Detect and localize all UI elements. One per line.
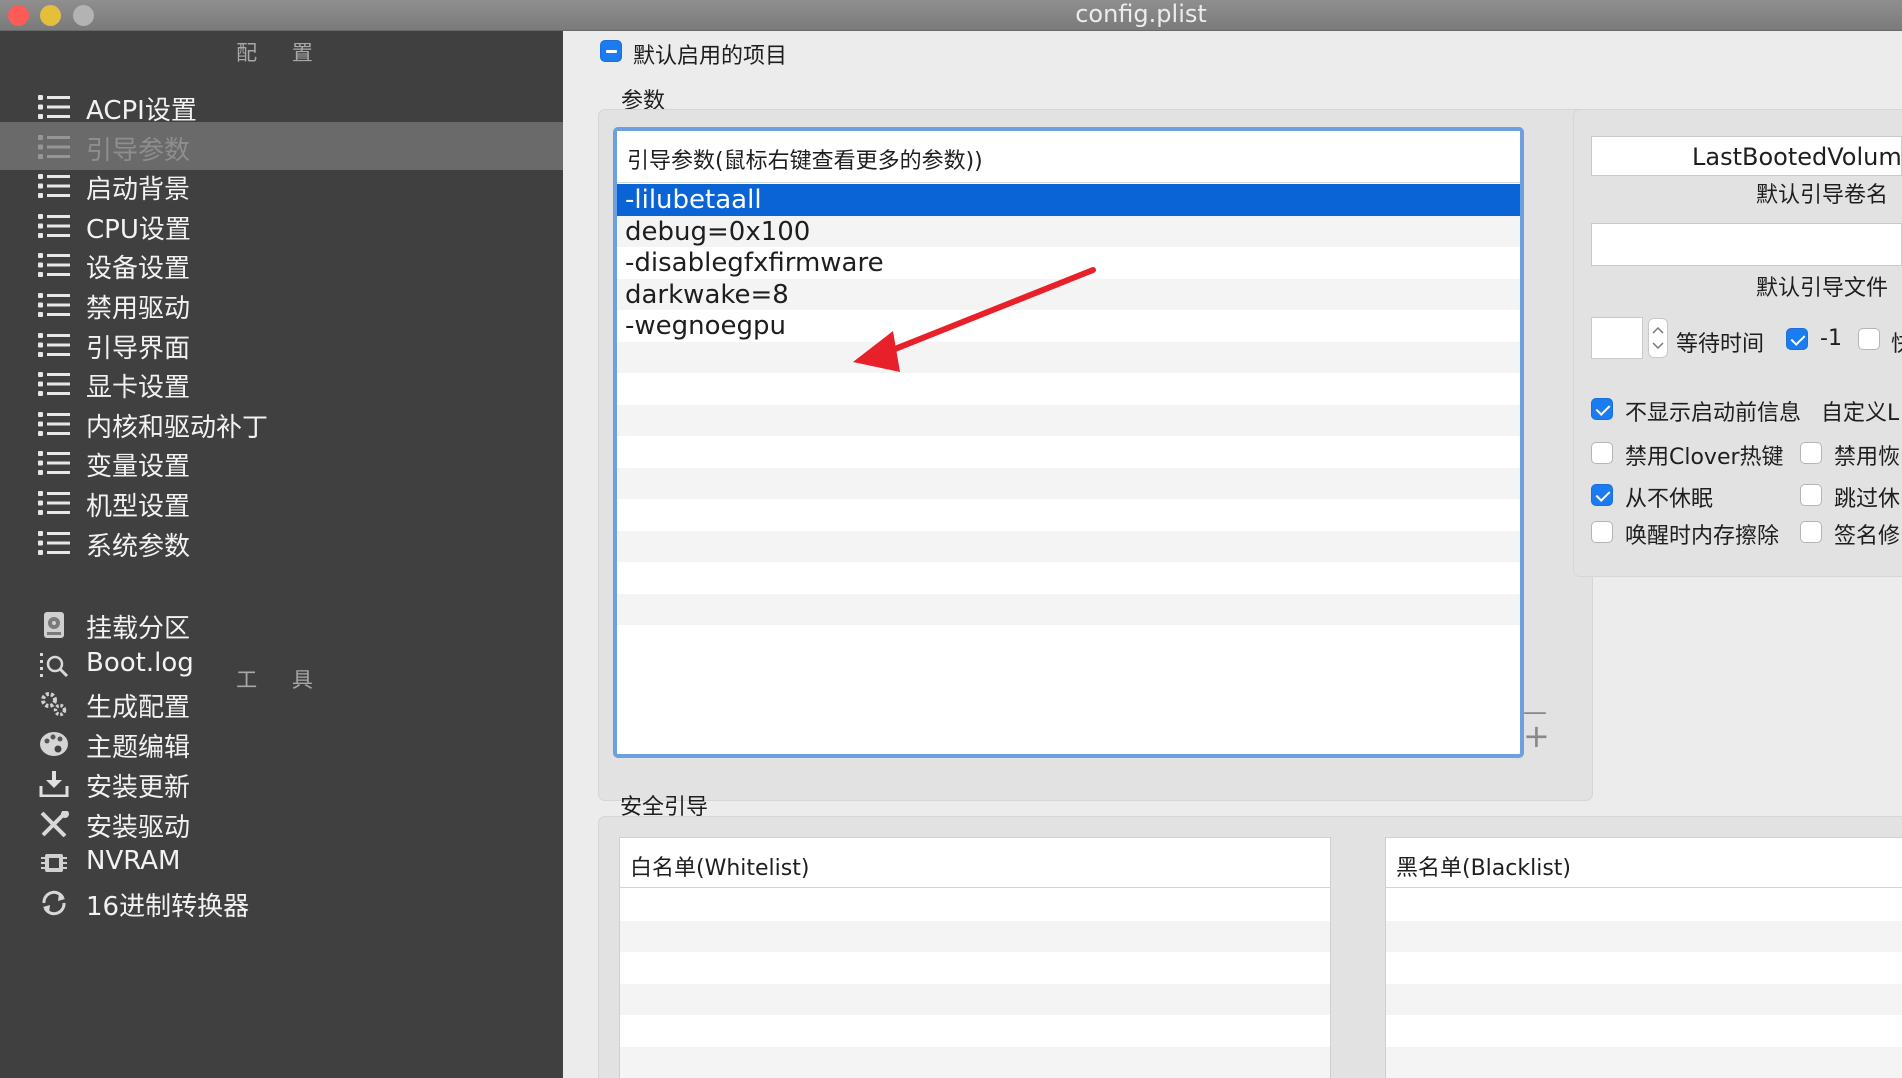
option-checkbox[interactable]: [1800, 442, 1822, 464]
empty-table-row: [617, 562, 1520, 594]
option-label: 禁用Clover热键: [1625, 445, 1784, 470]
empty-table-row: [1386, 1046, 1902, 1078]
empty-table-row: [620, 1015, 1330, 1047]
list-icon: [38, 332, 70, 358]
empty-table-row: [1386, 952, 1902, 984]
option-label: 签名修: [1834, 524, 1901, 549]
boot-args-header: 引导参数(鼠标右键查看更多的参数)): [617, 131, 1520, 183]
option-label: 从不休眠: [1625, 487, 1714, 512]
default-loader-caption: 默认引导文件: [1756, 276, 1889, 301]
list-icon: [38, 94, 70, 120]
empty-table-row: [620, 952, 1330, 984]
default-loader-field[interactable]: [1591, 223, 1902, 266]
default-volume-field[interactable]: LastBootedVolum: [1591, 136, 1902, 176]
config-section-header: 配 置: [236, 41, 327, 65]
empty-table-row: [620, 889, 1330, 921]
empty-table-row: [617, 593, 1520, 625]
minus-one-label: -1: [1820, 326, 1842, 351]
option-label: 不显示启动前信息: [1625, 401, 1802, 426]
boot-arg-row[interactable]: darkwake=8: [617, 278, 1520, 310]
blacklist-header: 黑名单(Blacklist): [1386, 838, 1902, 888]
option-checkbox[interactable]: [1800, 521, 1822, 543]
option-checkbox[interactable]: [1800, 484, 1822, 506]
sidebar-item-label: NVRAM: [86, 846, 181, 877]
boot-arg-row[interactable]: debug=0x100: [617, 215, 1520, 247]
default-enabled-checkbox[interactable]: [600, 40, 622, 62]
option-checkbox[interactable]: [1591, 442, 1613, 464]
empty-table-row: [1386, 920, 1902, 952]
sidebar-item-label: 系统参数: [86, 531, 191, 562]
sidebar-item-config-11[interactable]: 系统参数: [0, 518, 563, 566]
list-icon: [38, 450, 70, 476]
option-checkbox[interactable]: [1591, 484, 1613, 506]
list-icon: [38, 371, 70, 397]
list-icon: [38, 252, 70, 278]
list-icon: [38, 411, 70, 437]
empty-table-row: [620, 1046, 1330, 1078]
empty-table-row: [617, 404, 1520, 436]
option-label: 禁用恢: [1834, 445, 1901, 470]
gears-icon: [38, 691, 70, 717]
option-checkbox[interactable]: [1591, 398, 1613, 420]
option-label: 跳过休: [1834, 487, 1901, 512]
empty-table-row: [620, 983, 1330, 1015]
download-icon: [38, 770, 70, 797]
list-icon: [38, 490, 70, 516]
sidebar-item-tool-7[interactable]: 16进制转换器: [0, 878, 563, 926]
disk-icon: [38, 612, 70, 638]
sidebar-item-label: 16进制转换器: [86, 891, 250, 922]
default-volume-caption: 默认引导卷名: [1756, 183, 1889, 208]
empty-table-row: [620, 920, 1330, 952]
boot-arg-row[interactable]: -wegnoegpu: [617, 310, 1520, 342]
stepper-arrows-icon: [1652, 326, 1664, 350]
boot-args-table[interactable]: 引导参数(鼠标右键查看更多的参数)) -lilubetaall debug=0x1…: [613, 127, 1524, 758]
empty-table-row: [1386, 983, 1902, 1015]
default-enabled-label: 默认启用的项目: [633, 44, 788, 69]
add-arg-button[interactable]: +: [1523, 720, 1550, 752]
title-bar: config.plist: [0, 0, 1902, 31]
boot-arg-row[interactable]: -disablegfxfirmware: [617, 247, 1520, 279]
empty-table-row: [617, 341, 1520, 373]
timeout-stepper[interactable]: [1648, 318, 1668, 358]
empty-table-row: [1386, 1015, 1902, 1047]
option-checkbox[interactable]: [1591, 521, 1613, 543]
list-icon: [38, 292, 70, 318]
palette-icon: [38, 731, 70, 757]
option-label: 唤醒时内存擦除: [1625, 524, 1780, 549]
empty-table-row: [1386, 889, 1902, 921]
empty-table-row: [617, 436, 1520, 468]
blacklist-table[interactable]: 黑名单(Blacklist): [1385, 837, 1902, 1078]
whitelist-header: 白名单(Whitelist): [620, 838, 1330, 888]
chip-icon: [38, 850, 70, 876]
boot-arg-row[interactable]: -lilubetaall: [617, 184, 1520, 216]
empty-table-row: [617, 625, 1520, 657]
fast-label: 快: [1891, 326, 1902, 358]
fast-checkbox[interactable]: [1858, 328, 1880, 350]
option-label: 自定义L: [1821, 401, 1900, 426]
list-icon: [38, 134, 70, 160]
timeout-field[interactable]: [1591, 317, 1643, 359]
list-icon: [38, 213, 70, 239]
log-search-icon: [38, 652, 70, 678]
empty-table-row: [617, 373, 1520, 405]
window-title: config.plist: [1075, 0, 1207, 28]
refresh-icon: [38, 890, 70, 916]
minus-one-checkbox[interactable]: [1786, 328, 1808, 350]
list-icon: [38, 530, 70, 556]
sidebar-item-label: Boot.log: [86, 647, 194, 678]
empty-table-row: [617, 530, 1520, 562]
tools-icon: [38, 810, 70, 837]
whitelist-table[interactable]: 白名单(Whitelist): [619, 837, 1331, 1078]
sidebar: 配 置 ACPI设置 引导参数 启动背景 CPU设置 设备设置 禁用驱动 引导界面 显卡设置内…: [0, 31, 563, 1078]
timeout-label: 等待时间: [1676, 332, 1765, 357]
empty-table-row: [617, 499, 1520, 531]
list-icon: [38, 173, 70, 199]
empty-table-row: [617, 467, 1520, 499]
